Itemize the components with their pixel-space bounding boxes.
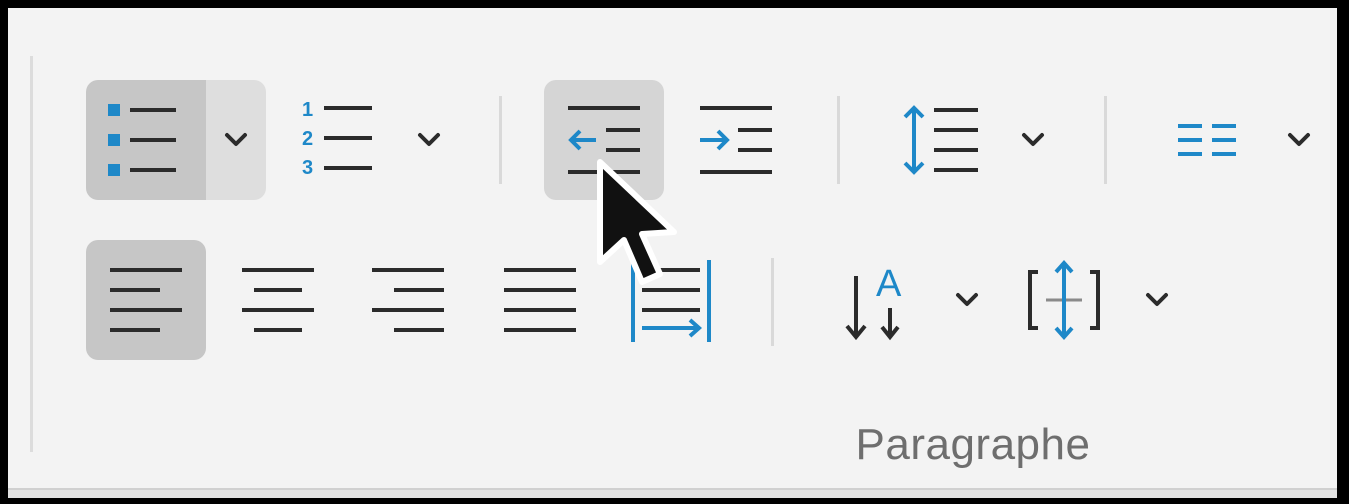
chevron-down-icon — [1146, 293, 1168, 306]
text-direction-dropdown[interactable] — [942, 270, 992, 330]
divider — [837, 96, 840, 184]
numbered-list-icon: 1 2 3 — [302, 99, 372, 179]
columns-icon — [1178, 124, 1236, 156]
line-spacing-icon — [903, 105, 978, 175]
line-spacing-dropdown[interactable] — [1008, 110, 1058, 170]
divider — [1104, 96, 1107, 184]
numbering-dropdown[interactable] — [404, 110, 454, 170]
increase-indent-icon — [700, 106, 772, 174]
bulleted-list-icon — [108, 104, 176, 176]
number-two: 2 — [302, 128, 313, 150]
justify-icon — [504, 268, 576, 332]
text-direction-button[interactable]: A — [830, 240, 936, 360]
increase-indent-button[interactable] — [680, 80, 790, 200]
number-one: 1 — [302, 99, 313, 121]
number-three: 3 — [302, 157, 313, 179]
align-left-icon — [110, 268, 182, 332]
columns-dropdown[interactable] — [1274, 110, 1324, 170]
align-center-button[interactable] — [226, 240, 326, 360]
align-center-icon — [242, 268, 314, 332]
line-spacing-button[interactable] — [884, 80, 994, 200]
chevron-down-icon — [1288, 133, 1310, 146]
vertical-align-button[interactable] — [1016, 240, 1116, 360]
columns-button[interactable] — [1160, 80, 1256, 200]
group-label: Paragraphe — [855, 420, 1091, 469]
vertical-align-dropdown[interactable] — [1132, 270, 1182, 330]
text-direction-icon: A — [845, 263, 902, 341]
letter-a: A — [876, 263, 902, 305]
chevron-down-icon — [418, 133, 440, 146]
numbering-button[interactable]: 1 2 3 — [284, 80, 380, 200]
ribbon-bottom-edge — [8, 488, 1337, 498]
mouse-pointer-icon — [597, 159, 677, 285]
justify-button[interactable] — [490, 240, 590, 360]
chevron-down-icon — [225, 133, 247, 146]
vertical-align-icon — [1028, 259, 1100, 341]
divider — [499, 96, 502, 184]
chevron-down-icon — [1022, 133, 1044, 146]
chevron-down-icon — [956, 293, 978, 306]
align-right-icon — [372, 268, 444, 332]
align-right-button[interactable] — [358, 240, 458, 360]
divider — [771, 258, 774, 346]
bullets-dropdown[interactable] — [206, 80, 266, 200]
bullets-button[interactable] — [86, 80, 206, 200]
group-left-divider — [30, 56, 33, 452]
align-left-button[interactable] — [86, 240, 206, 360]
